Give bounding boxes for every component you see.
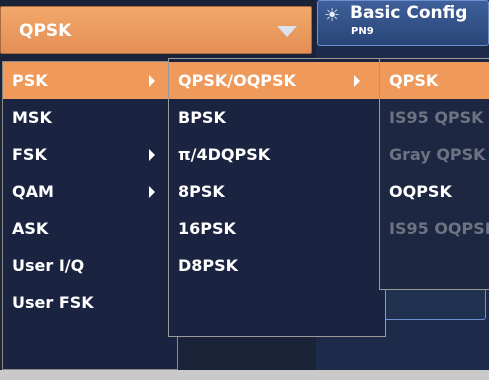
menu-item-label: FSK <box>12 145 47 164</box>
menu-item-qam[interactable]: QAM <box>3 173 177 210</box>
menu-item-qpsk[interactable]: QPSK <box>380 62 489 99</box>
menu-item-is95-qpsk: IS95 QPSK <box>380 99 489 136</box>
triangle-right-icon <box>149 149 155 161</box>
triangle-down-icon <box>277 26 297 37</box>
menu-item-ask[interactable]: ASK <box>3 210 177 247</box>
menu-item-user-fsk[interactable]: User FSK <box>3 284 177 321</box>
menu-item-pi4dqpsk[interactable]: π/4DQPSK <box>169 136 385 173</box>
menu-item-qpsk-oqpsk[interactable]: QPSK/OQPSK <box>169 62 385 99</box>
menu-item-label: 8PSK <box>178 182 225 201</box>
menu-item-is95-oqpsk: IS95 OQPSK <box>380 210 489 247</box>
triangle-right-icon <box>149 75 155 87</box>
menu-item-msk[interactable]: MSK <box>3 99 177 136</box>
menu-item-oqpsk[interactable]: OQPSK <box>380 173 489 210</box>
menu-item-label: IS95 OQPSK <box>389 219 489 238</box>
basic-config-button[interactable]: ☀ Basic Config PN9 <box>317 0 489 46</box>
menu-item-8psk[interactable]: 8PSK <box>169 173 385 210</box>
menu-item-label: OQPSK <box>389 182 452 201</box>
dropdown-value: QPSK <box>19 21 72 41</box>
menu-item-label: QPSK/OQPSK <box>178 71 296 90</box>
bottom-strip <box>0 370 489 380</box>
menu-item-d8psk[interactable]: D8PSK <box>169 247 385 284</box>
menu-item-label: User I/Q <box>12 256 85 275</box>
menu-item-16psk[interactable]: 16PSK <box>169 210 385 247</box>
triangle-right-icon <box>149 186 155 198</box>
menu-item-label: 16PSK <box>178 219 236 238</box>
menu-item-label: ASK <box>12 219 49 238</box>
menu-item-label: MSK <box>12 108 52 127</box>
menu-item-fsk[interactable]: FSK <box>3 136 177 173</box>
psk-submenu: QPSK/OQPSK BPSK π/4DQPSK 8PSK 16PSK D8PS… <box>168 58 386 337</box>
menu-item-user-iq[interactable]: User I/Q <box>3 247 177 284</box>
basic-config-sublabel: PN9 <box>351 26 374 37</box>
menu-item-label: BPSK <box>178 108 226 127</box>
menu-item-label: QPSK <box>389 71 439 90</box>
menu-item-label: D8PSK <box>178 256 239 275</box>
menu-item-label: User FSK <box>12 293 94 312</box>
basic-config-label: Basic Config <box>350 3 468 23</box>
sun-icon: ☀ <box>324 5 341 26</box>
qpsk-oqpsk-submenu: QPSK IS95 QPSK Gray QPSK OQPSK IS95 OQPS… <box>379 58 489 290</box>
triangle-right-icon <box>354 75 360 87</box>
menu-item-bpsk[interactable]: BPSK <box>169 99 385 136</box>
menu-item-label: IS95 QPSK <box>389 108 484 127</box>
menu-item-label: PSK <box>12 71 48 90</box>
menu-item-gray-qpsk: Gray QPSK <box>380 136 489 173</box>
modulation-type-dropdown[interactable]: QPSK <box>0 6 312 54</box>
menu-item-psk[interactable]: PSK <box>3 62 177 99</box>
menu-item-label: Gray QPSK <box>389 145 486 164</box>
modulation-category-menu: PSK MSK FSK QAM ASK User I/Q User FSK <box>2 61 178 370</box>
menu-item-label: π/4DQPSK <box>178 145 271 164</box>
menu-item-label: QAM <box>12 182 54 201</box>
